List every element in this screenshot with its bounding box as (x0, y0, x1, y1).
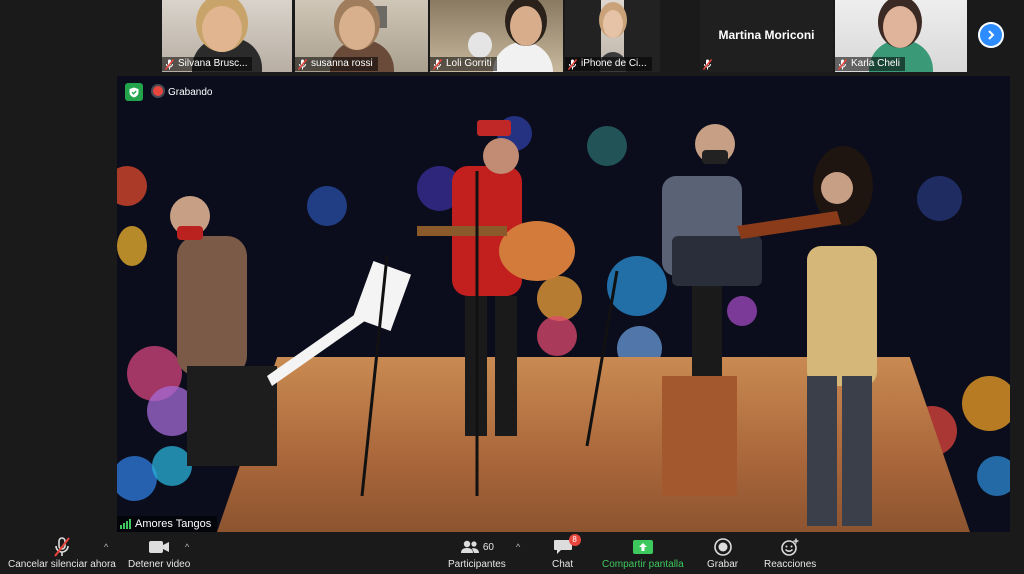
participant-label (700, 57, 717, 71)
participant-tile[interactable]: Martina Moriconi (700, 0, 833, 72)
mic-muted-icon (53, 536, 71, 558)
mic-stand (585, 270, 619, 447)
participants-button[interactable]: 60 Participantes (448, 536, 506, 570)
chevron-right-icon (988, 30, 995, 40)
violinist (807, 246, 877, 386)
participant-tile[interactable]: susanna rossi (295, 0, 428, 72)
participant-tile[interactable]: iPhone de Ci... (565, 0, 660, 72)
participant-tile[interactable]: Silvana Brusc... (162, 0, 292, 72)
mic-muted-icon (165, 58, 174, 70)
participant-name: iPhone de Ci... (581, 58, 647, 69)
meeting-toolbar: Cancelar silenciar ahora ^ Detener video… (0, 534, 1024, 574)
video-camera-icon (148, 536, 170, 558)
mic-muted-icon (298, 58, 307, 70)
signal-bars-icon (120, 519, 131, 529)
cajon (662, 376, 737, 496)
chat-unread-badge: 8 (568, 534, 581, 546)
participant-label: iPhone de Ci... (565, 57, 652, 71)
participant-name: Silvana Brusc... (178, 58, 248, 69)
guitar (499, 221, 575, 281)
musicians-scene (170, 120, 877, 526)
reactions-button[interactable]: Reacciones (764, 536, 816, 570)
pianist (177, 236, 247, 376)
participant-label: Karla Cheli (835, 57, 905, 71)
recording-status[interactable]: Grabando (153, 86, 212, 98)
mic-muted-icon (838, 58, 847, 70)
participant-tile[interactable]: Karla Cheli (835, 0, 967, 72)
main-video: Grabando Amores Tangos (117, 76, 1010, 532)
participants-count: 60 (482, 541, 494, 553)
unmute-button[interactable]: Cancelar silenciar ahora (8, 536, 116, 570)
mic-muted-icon (568, 58, 577, 70)
mic-muted-icon (703, 58, 712, 70)
participant-label: susanna rossi (295, 57, 378, 71)
recording-label: Grabando (168, 87, 213, 98)
shield-icon[interactable] (125, 83, 143, 101)
record-dot-icon (153, 86, 163, 96)
audio-options-caret[interactable]: ^ (104, 542, 108, 552)
violin (737, 211, 841, 239)
participant-name: Loli Gorriti (446, 58, 492, 69)
speaker-name: Amores Tangos (135, 518, 212, 530)
participant-label: Silvana Brusc... (162, 57, 253, 71)
mic-muted-icon (433, 58, 442, 70)
bandoneon (672, 236, 762, 286)
participants-icon (460, 540, 479, 553)
participant-strip: Silvana Brusc... susanna rossi Loli Gorr… (0, 0, 1024, 74)
next-page-button[interactable] (978, 22, 1004, 48)
stop-video-button[interactable]: Detener video (128, 536, 190, 570)
participant-tile[interactable]: Loli Gorriti (430, 0, 563, 72)
record-icon (713, 538, 732, 556)
share-screen-button[interactable]: Compartir pantalla (602, 536, 684, 570)
participant-label: Loli Gorriti (430, 57, 497, 71)
reactions-icon (781, 538, 799, 556)
chat-button[interactable]: 8 Chat (552, 534, 581, 570)
record-button[interactable]: Grabar (707, 536, 738, 570)
participant-name: susanna rossi (311, 58, 373, 69)
share-screen-icon (632, 540, 653, 554)
participant-name: Karla Cheli (851, 58, 900, 69)
recording-indicator: Grabando (125, 83, 212, 101)
video-options-caret[interactable]: ^ (185, 542, 189, 552)
participant-name: Martina Moriconi (718, 28, 815, 42)
speaker-name-label: Amores Tangos (117, 516, 218, 532)
participants-options-caret[interactable]: ^ (516, 542, 520, 552)
